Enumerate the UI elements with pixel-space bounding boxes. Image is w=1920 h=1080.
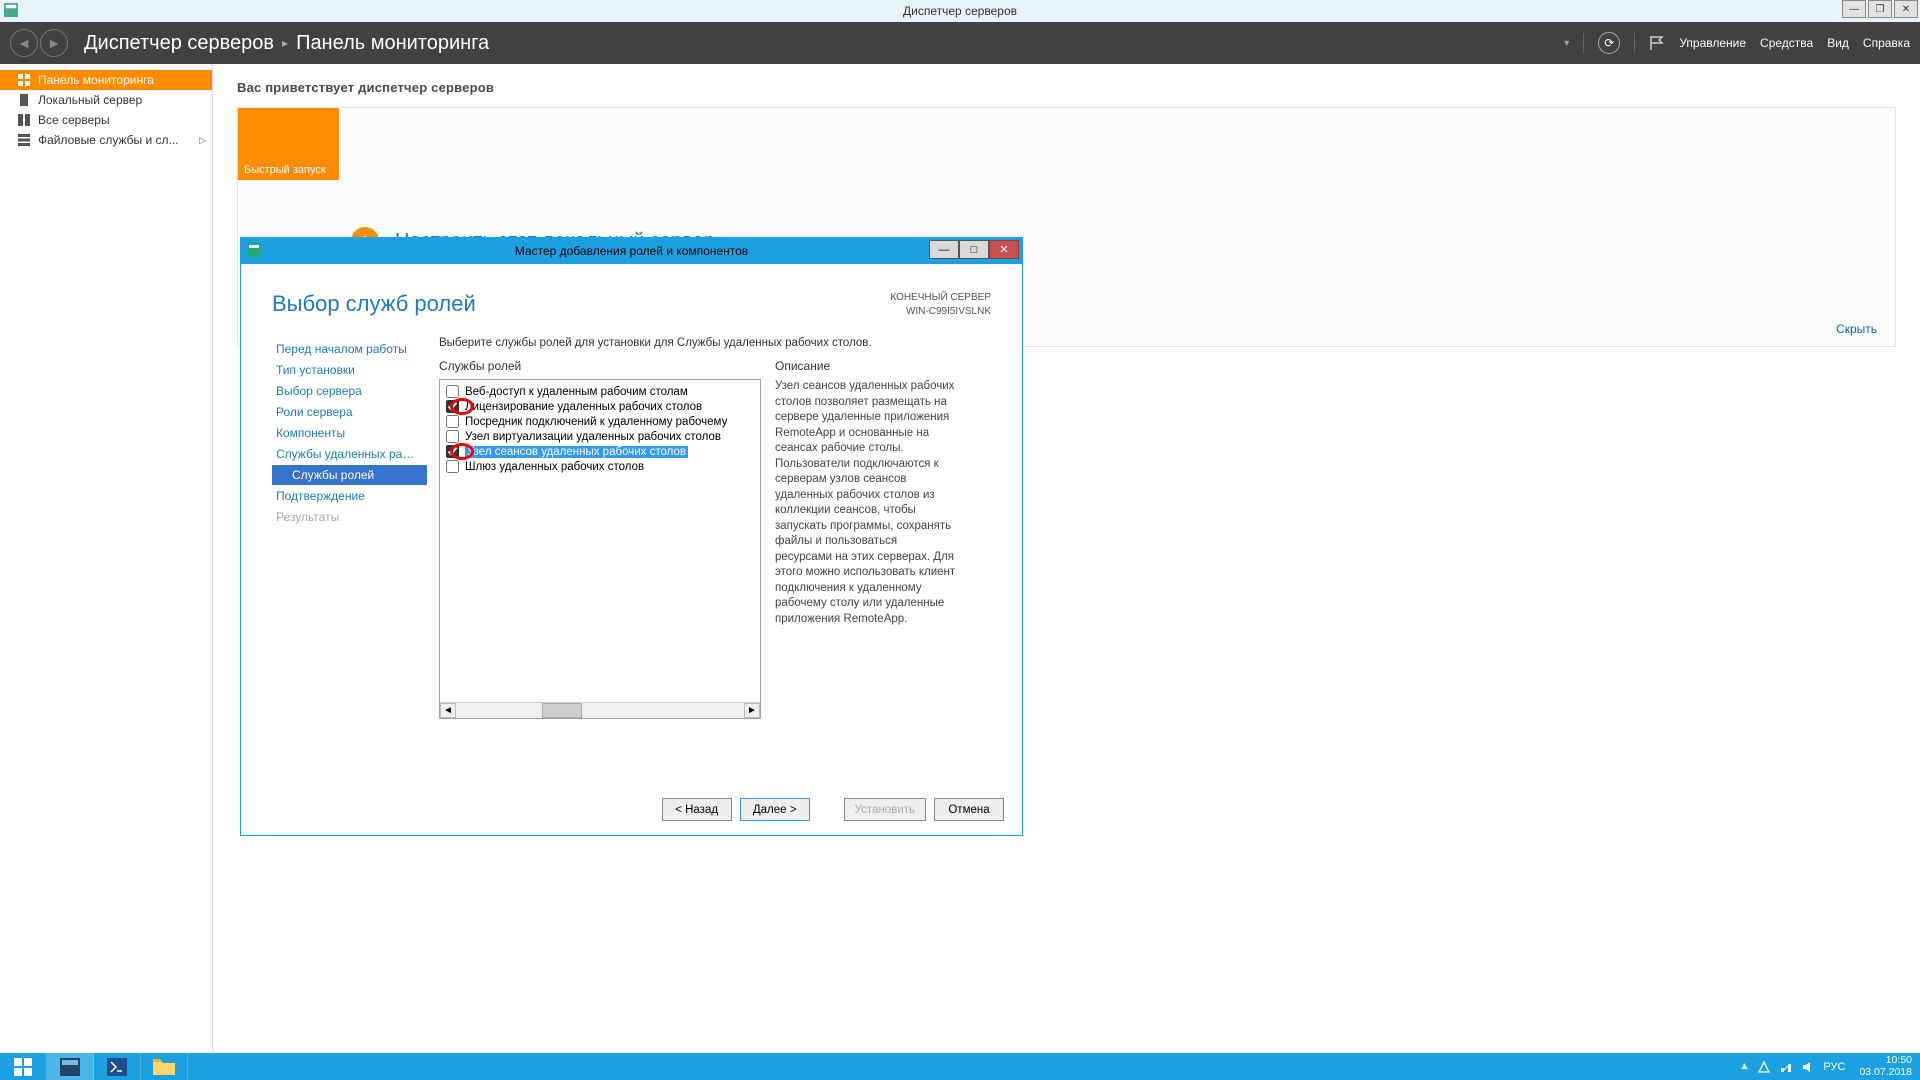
role-services-list: Веб-доступ к удаленным рабочим столам Ли… xyxy=(439,379,761,719)
taskbar-explorer[interactable] xyxy=(141,1053,188,1080)
breadcrumb: Диспетчер серверов ▸ Панель мониторинга xyxy=(84,32,489,55)
wizard-instruction: Выберите службы ролей для установки для … xyxy=(439,337,1003,349)
role-checkbox[interactable] xyxy=(446,415,459,428)
sound-icon[interactable] xyxy=(1801,1060,1815,1074)
horizontal-scrollbar[interactable]: ◄ ► xyxy=(440,702,760,718)
wizard-nav-role-services[interactable]: Службы ролей xyxy=(272,465,427,485)
nav-forward-button[interactable]: ► xyxy=(40,29,68,57)
scroll-left-button[interactable]: ◄ xyxy=(440,703,456,718)
install-button: Установить xyxy=(844,798,926,821)
sidebar-item-file-services[interactable]: Файловые службы и сл... ▷ xyxy=(0,130,212,150)
taskbar: ▲ РУС 10:50 03.07.2018 xyxy=(0,1053,1920,1080)
dashboard-icon xyxy=(18,74,30,86)
cancel-button[interactable]: Отмена xyxy=(934,798,1004,821)
wizard-close-button[interactable]: ✕ xyxy=(989,240,1019,259)
description-text: Узел сеансов удаленных рабочих столов по… xyxy=(775,379,956,627)
next-button[interactable]: Далее > xyxy=(740,798,810,821)
description-label: Описание xyxy=(775,359,956,373)
wizard-page-title: Выбор служб ролей xyxy=(272,291,476,317)
servers-icon xyxy=(18,114,30,126)
taskbar-powershell[interactable] xyxy=(94,1053,141,1080)
role-services-label: Службы ролей xyxy=(439,359,761,373)
wizard-nav: Перед началом работы Тип установки Выбор… xyxy=(272,331,427,719)
back-button[interactable]: < Назад xyxy=(662,798,732,821)
role-item-connection-broker[interactable]: Посредник подключений к удаленному рабоч… xyxy=(442,414,758,429)
flag-icon[interactable] xyxy=(1649,35,1665,51)
refresh-icon[interactable]: ⟳ xyxy=(1598,32,1620,54)
server-icon xyxy=(18,94,30,106)
language-indicator[interactable]: РУС xyxy=(1823,1061,1845,1073)
sidebar-item-label: Локальный сервер xyxy=(38,93,142,107)
sidebar: Панель мониторинга Локальный сервер Все … xyxy=(0,64,213,1053)
wizard-nav-rds[interactable]: Службы удаленных рабо... xyxy=(272,444,427,464)
add-roles-wizard: Мастер добавления ролей и компонентов — … xyxy=(240,237,1023,836)
files-icon xyxy=(18,134,30,146)
role-checkbox[interactable] xyxy=(446,400,459,413)
wizard-target: КОНЕЧНЫЙ СЕРВЕР WIN-C99I5IVSLNK xyxy=(890,291,991,319)
app-title: Диспетчер серверов xyxy=(903,4,1017,18)
maximize-button[interactable]: ❐ xyxy=(1868,0,1892,18)
role-checkbox[interactable] xyxy=(446,460,459,473)
nav-back-button[interactable]: ◄ xyxy=(10,29,38,57)
windows-icon xyxy=(14,1058,32,1076)
menu-view[interactable]: Вид xyxy=(1827,36,1849,50)
start-button[interactable] xyxy=(0,1053,47,1080)
app-icon xyxy=(4,3,18,17)
network-icon[interactable] xyxy=(1779,1060,1793,1074)
welcome-title: Вас приветствует диспетчер серверов xyxy=(237,80,1896,95)
hide-link[interactable]: Скрыть xyxy=(1836,322,1877,336)
clock[interactable]: 10:50 03.07.2018 xyxy=(1859,1055,1912,1078)
wizard-nav-results: Результаты xyxy=(272,507,427,527)
action-center-icon[interactable] xyxy=(1757,1060,1771,1074)
wizard-nav-server-selection[interactable]: Выбор сервера xyxy=(272,381,427,401)
tray-arrow-icon[interactable]: ▲ xyxy=(1740,1061,1750,1072)
navbar: ◄ ► Диспетчер серверов ▸ Панель монитори… xyxy=(0,22,1920,64)
breadcrumb-root[interactable]: Диспетчер серверов xyxy=(84,32,274,55)
close-button[interactable]: ✕ xyxy=(1894,0,1918,18)
sidebar-item-dashboard[interactable]: Панель мониторинга xyxy=(0,70,212,90)
folder-icon xyxy=(153,1059,175,1075)
wizard-icon xyxy=(247,243,261,257)
menu-tools[interactable]: Средства xyxy=(1760,36,1813,50)
role-checkbox[interactable] xyxy=(446,430,459,443)
role-item-virtualization-host[interactable]: Узел виртуализации удаленных рабочих сто… xyxy=(442,429,758,444)
sidebar-item-local-server[interactable]: Локальный сервер xyxy=(0,90,212,110)
role-checkbox[interactable] xyxy=(446,385,459,398)
wizard-nav-installation-type[interactable]: Тип установки xyxy=(272,360,427,380)
quick-start-tile: Быстрый запуск xyxy=(238,108,339,180)
role-item-licensing[interactable]: Лицензирование удаленных рабочих столов xyxy=(442,399,758,414)
breadcrumb-current: Панель мониторинга xyxy=(296,32,489,55)
chevron-right-icon: ▷ xyxy=(199,135,206,146)
menu-manage[interactable]: Управление xyxy=(1679,36,1746,50)
role-item-session-host[interactable]: Узел сеансов удаленных рабочих столов xyxy=(442,444,758,459)
wizard-minimize-button[interactable]: — xyxy=(929,240,959,259)
wizard-nav-confirmation[interactable]: Подтверждение xyxy=(272,486,427,506)
sidebar-item-all-servers[interactable]: Все серверы xyxy=(0,110,212,130)
scroll-right-button[interactable]: ► xyxy=(744,703,760,718)
server-manager-icon xyxy=(60,1058,80,1076)
wizard-title-text: Мастер добавления ролей и компонентов xyxy=(515,244,748,258)
wizard-nav-before-you-begin[interactable]: Перед началом работы xyxy=(272,339,427,359)
role-checkbox[interactable] xyxy=(446,445,459,458)
sidebar-item-label: Все серверы xyxy=(38,113,110,127)
wizard-nav-server-roles[interactable]: Роли сервера xyxy=(272,402,427,422)
wizard-maximize-button[interactable]: □ xyxy=(959,240,989,259)
powershell-icon xyxy=(107,1058,127,1076)
wizard-nav-features[interactable]: Компоненты xyxy=(272,423,427,443)
menu-help[interactable]: Справка xyxy=(1863,36,1910,50)
taskbar-server-manager[interactable] xyxy=(47,1053,94,1080)
titlebar: Диспетчер серверов — ❐ ✕ xyxy=(0,0,1920,22)
wizard-titlebar[interactable]: Мастер добавления ролей и компонентов — … xyxy=(241,238,1022,264)
role-item-gateway[interactable]: Шлюз удаленных рабочих столов xyxy=(442,459,758,474)
minimize-button[interactable]: — xyxy=(1842,0,1866,18)
sidebar-item-label: Файловые службы и сл... xyxy=(38,133,179,147)
scroll-thumb[interactable] xyxy=(542,703,582,718)
sidebar-item-label: Панель мониторинга xyxy=(38,73,154,87)
role-item-web-access[interactable]: Веб-доступ к удаленным рабочим столам xyxy=(442,384,758,399)
